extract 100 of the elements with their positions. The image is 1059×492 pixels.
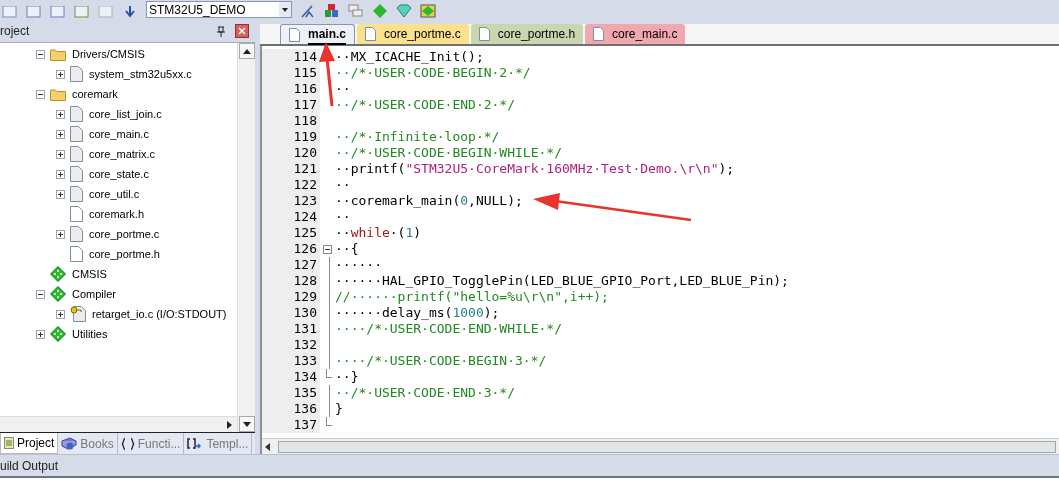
- component-icon: [50, 286, 66, 302]
- line-number: 120: [262, 145, 320, 161]
- file-icon: [70, 186, 83, 202]
- code-line: ······: [334, 257, 382, 273]
- tree-item[interactable]: system_stm32u5xx.c: [89, 65, 192, 83]
- pin-icon[interactable]: [217, 25, 225, 37]
- expand-icon[interactable]: [56, 189, 65, 199]
- panel-tab[interactable]: Project: [0, 433, 59, 454]
- horizontal-scrollbar[interactable]: [262, 438, 1059, 454]
- line-number: 121: [262, 161, 320, 177]
- expand-icon[interactable]: [56, 229, 65, 239]
- line-number: 116: [262, 81, 320, 97]
- scroll-down-icon[interactable]: [242, 421, 251, 427]
- expand-icon[interactable]: [36, 329, 45, 339]
- file-icon: [70, 166, 83, 182]
- file-key-icon: [70, 306, 86, 322]
- code-line: ··: [334, 81, 351, 97]
- line-number: 130: [262, 305, 320, 321]
- collapse-icon[interactable]: [36, 289, 45, 299]
- tree-item[interactable]: coremark.h: [89, 205, 145, 223]
- code-line: ··coremark_main(0,NULL);: [334, 193, 523, 209]
- code-line: ··/*·USER·CODE·BEGIN·WHILE·*/: [334, 145, 562, 161]
- tree-item[interactable]: core_util.c: [89, 185, 140, 203]
- line-number: 135: [262, 385, 320, 401]
- scroll-up-icon[interactable]: [242, 48, 251, 54]
- file-icon: [70, 226, 83, 242]
- vertical-scrollbar[interactable]: [237, 43, 255, 432]
- line-number: 114: [262, 49, 320, 65]
- file-tab[interactable]: core_main.c: [585, 24, 686, 44]
- collapse-icon[interactable]: [36, 49, 45, 59]
- tree-item[interactable]: retarget_io.c (I/O:STDOUT): [92, 305, 227, 323]
- tree-item[interactable]: coremark: [72, 85, 118, 103]
- diamond-icon[interactable]: [396, 4, 412, 18]
- file-icon: [365, 27, 376, 41]
- line-number: 137: [262, 417, 320, 433]
- file-icon: [70, 66, 83, 82]
- file-icon: [593, 27, 605, 41]
- line-number: 117: [262, 97, 320, 113]
- line-number: 123: [262, 193, 320, 209]
- line-number: 131: [262, 321, 320, 337]
- file-icon: [70, 126, 83, 142]
- code-line: ··printf("STM32U5·CoreMark·160MHz·Test·Demo.\r\n");: [334, 161, 735, 177]
- line-number: 133: [262, 353, 320, 369]
- expand-icon[interactable]: [56, 109, 65, 119]
- toolbar-icon[interactable]: [324, 4, 340, 18]
- collapse-icon[interactable]: [36, 89, 45, 99]
- tree-item[interactable]: core_portme.c: [89, 225, 160, 243]
- line-number: 136: [262, 401, 320, 417]
- code-line: ··/*·Infinite·loop·*/: [334, 129, 500, 145]
- expand-icon[interactable]: [56, 129, 65, 139]
- line-number: 115: [262, 65, 320, 81]
- tree-item[interactable]: core_list_join.c: [89, 105, 162, 123]
- code-line: ··{: [334, 241, 359, 257]
- code-line: ··while·(1): [334, 225, 422, 241]
- target-select[interactable]: STM32U5_DEMO: [146, 1, 292, 18]
- code-line: ··/*·USER·CODE·END·2·*/: [334, 97, 515, 113]
- tree-item[interactable]: Utilities: [72, 325, 108, 343]
- code-line: ··: [334, 177, 351, 193]
- file-icon: [289, 27, 300, 42]
- code-line: ··/*·USER·CODE·END·3·*/: [334, 385, 515, 401]
- file-icon: [478, 27, 490, 41]
- braces-icon: [120, 437, 135, 450]
- code-line: ······delay_ms(1000);: [334, 305, 500, 321]
- code-line: }: [334, 401, 343, 417]
- code-line: //······printf("hello=%u\r\n",i++);: [334, 289, 609, 305]
- tree-item[interactable]: core_main.c: [89, 125, 149, 143]
- expand-icon[interactable]: [56, 169, 65, 179]
- line-number: 129: [262, 289, 320, 305]
- line-number: 124: [262, 209, 320, 225]
- component-icon: [50, 266, 66, 282]
- tree-item[interactable]: Drivers/CMSIS: [72, 45, 145, 63]
- code-line: ····/*·USER·CODE·BEGIN·3·*/: [334, 353, 547, 369]
- file-tab[interactable]: main.c: [280, 24, 355, 44]
- tree-item[interactable]: core_matrix.c: [89, 145, 156, 163]
- download-icon[interactable]: [122, 4, 138, 18]
- horizontal-scrollbar[interactable]: [0, 416, 237, 432]
- project-icon: [4, 437, 14, 449]
- fold-collapse-icon[interactable]: [322, 244, 332, 254]
- tree-item[interactable]: core_portme.h: [89, 245, 160, 263]
- folder-icon: [50, 87, 66, 101]
- file-icon: [70, 246, 83, 262]
- expand-icon[interactable]: [56, 309, 65, 319]
- tree-item[interactable]: core_state.c: [89, 165, 149, 183]
- scroll-left-icon[interactable]: [265, 442, 270, 451]
- tree-item[interactable]: Compiler: [72, 285, 116, 303]
- line-number: 128: [262, 273, 320, 289]
- expand-icon[interactable]: [56, 69, 65, 79]
- line-number: 125: [262, 225, 320, 241]
- file-tab[interactable]: core_portme.h: [470, 24, 584, 44]
- close-icon[interactable]: [235, 24, 249, 38]
- line-number: 126: [262, 241, 320, 257]
- code-line: ··}: [334, 369, 359, 385]
- scrollbar-thumb[interactable]: [278, 440, 1056, 453]
- line-number: 119: [262, 129, 320, 145]
- file-icon: [70, 106, 83, 122]
- line-number: 132: [262, 337, 320, 353]
- file-tab[interactable]: core_portme.c: [357, 24, 469, 44]
- tree-item[interactable]: CMSIS: [72, 265, 107, 283]
- scroll-right-icon[interactable]: [226, 420, 232, 429]
- expand-icon[interactable]: [56, 149, 65, 159]
